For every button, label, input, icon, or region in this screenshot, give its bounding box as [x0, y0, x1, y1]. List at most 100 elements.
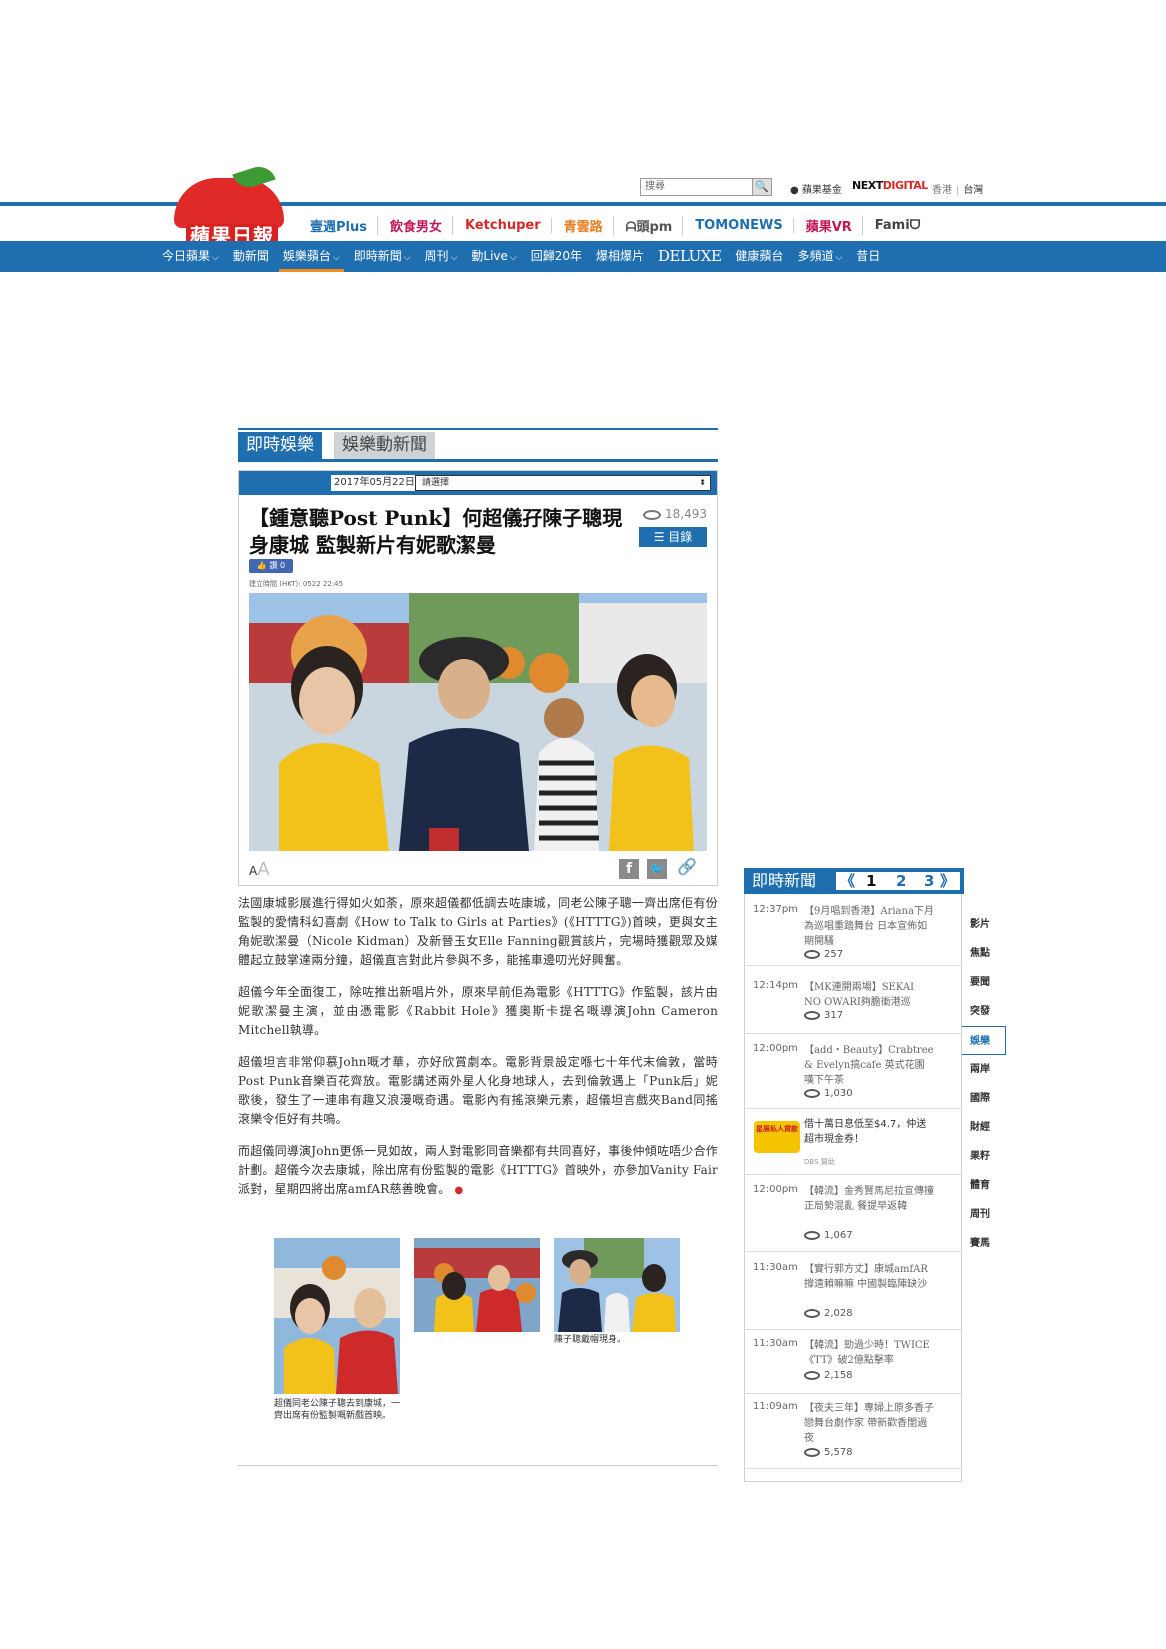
gallery-thumb-3[interactable] [554, 1238, 680, 1332]
main-article-photo[interactable] [249, 593, 707, 851]
article-select-dropdown[interactable]: 請選擇 ⬍ [415, 475, 711, 491]
nav-item-deluxe[interactable]: DELUXE [658, 241, 722, 272]
news-list-item[interactable]: 12:00pm 【韓流】金秀賢馬尼拉宣傳撞正局勢混亂 餐提早返韓 1,067 [744, 1184, 962, 1252]
link-icon[interactable]: 🔗 [677, 857, 697, 876]
category-item-finance[interactable]: 財經 [966, 1113, 1006, 1142]
nav-item-channels[interactable]: 多頻道 ⌵ [797, 241, 842, 272]
pager-page-3[interactable]: 3 [924, 872, 934, 890]
dropdown-arrow-icon: ⬍ [699, 478, 706, 487]
nav-label: 爆相爆片 [596, 249, 645, 263]
partner-link-1[interactable]: 壹週Plus [310, 215, 378, 235]
tab-realtime-entertainment[interactable]: 即時娛樂 [238, 432, 322, 459]
nav-label: 即時新聞 [353, 249, 402, 263]
category-item-weekly[interactable]: 周刊 [966, 1200, 1006, 1229]
gallery-caption-1: 超儀同老公陳子聰去到康城，一齊出席有份監製嘅新戲首映。 [274, 1399, 401, 1421]
partner-link-2[interactable]: 飲食男女 [390, 215, 453, 235]
news-time: 12:14pm [753, 980, 798, 991]
search-icon[interactable]: 🔍 [752, 178, 772, 196]
partner-link-5[interactable]: ᗩ頭pm [626, 215, 684, 235]
facebook-share-icon[interactable]: f [619, 859, 639, 879]
nav-label: 回歸20年 [530, 249, 583, 263]
view-count-value: 18,493 [665, 507, 707, 521]
section-tabs: 即時娛樂 娛樂動新聞 [238, 428, 718, 462]
nav-label: 健康蘋台 [735, 249, 784, 263]
apple-daily-logo[interactable]: 蘋果日報 [174, 162, 284, 248]
font-size-control[interactable]: AA [249, 859, 270, 880]
category-item-sports[interactable]: 體育 [966, 1171, 1006, 1200]
category-item-entertainment[interactable]: 娛樂 [962, 1026, 1006, 1055]
nextdigital-logo[interactable]: NEXTDIGITAL [852, 179, 928, 192]
category-item-horse-racing[interactable]: 賽馬 [966, 1229, 1006, 1258]
gallery-thumb-1[interactable] [274, 1238, 400, 1394]
nav-label: 周刊 [424, 249, 449, 263]
category-item-breaking[interactable]: 突發 [966, 997, 1006, 1026]
nav-item-health[interactable]: 健康蘋台 [735, 241, 783, 272]
news-views: 317 [824, 1010, 844, 1021]
facebook-like-button[interactable]: 👍 讚 0 [249, 559, 293, 573]
nav-item-realtime[interactable]: 即時新聞 ⌵ [354, 241, 411, 272]
news-list-item[interactable]: 11:30am 【實行郭方丈】康城amfAR撐遠賴嘛嘛 中國製臨陣缺沙 2,02… [744, 1262, 962, 1330]
news-view-count: 317 [804, 1010, 843, 1021]
category-item-focus[interactable]: 焦點 [966, 939, 1006, 968]
category-item-international[interactable]: 國際 [966, 1084, 1006, 1113]
nav-item-video-news[interactable]: 動新聞 [233, 241, 269, 272]
category-item-lifestyle[interactable]: 果籽 [966, 1142, 1006, 1171]
nav-item-today[interactable]: 今日蘋果 ⌵ [162, 241, 219, 272]
partner-link-8[interactable]: Famiᗜ [875, 218, 931, 233]
category-item-headlines[interactable]: 要聞 [966, 968, 1006, 997]
news-list-item[interactable]: 12:37pm 【9月唱到香港】Ariana下月為巡唱重踏舞台 日本宣佈如期開騷… [744, 904, 962, 966]
category-sidebar: 影片 焦點 要聞 突發 娛樂 兩岸 國際 財經 果籽 體育 周刊 賽馬 [962, 910, 1006, 1258]
category-item-video[interactable]: 影片 [966, 910, 1006, 939]
news-list-item[interactable]: 11:09am 【夜夫三年】專婦上原多香子戀舞台劇作家 帶新歡香閨過夜 5,57… [744, 1401, 962, 1469]
pager-next-icon[interactable]: 》 [940, 872, 955, 890]
nav-item-hot-photos[interactable]: 爆相爆片 [596, 241, 644, 272]
toc-label: 目錄 [668, 530, 693, 544]
nav-label: 多頻道 [797, 249, 834, 263]
eye-icon [804, 949, 820, 959]
news-time: 12:37pm [753, 904, 798, 915]
news-views: 2,028 [824, 1308, 853, 1319]
article-paragraph: 法國康城影展進行得如火如荼，原來超儀都低調去咗康城，同老公陳子聰一齊出席佢有份監… [238, 896, 718, 967]
partner-sites-bar: 壹週Plus 飲食男女 Ketchuper 青雲路 ᗩ頭pm TOMONEWS … [310, 214, 920, 236]
news-list-item[interactable]: 12:14pm 【MK連開兩場】SEKAI NO OWARI夠膽衝港巡 317 [744, 980, 962, 1034]
gallery-caption-3: 陳子聰戴帽現身。 [554, 1335, 627, 1345]
nav-item-archive[interactable]: 昔日 [856, 241, 880, 272]
partner-link-6[interactable]: TOMONEWS [695, 217, 794, 233]
article-paragraph-last: 而超儀同導演John更係一見如故，兩人對電影同音樂都有共同喜好，事後仲傾咗唔少合… [238, 1142, 718, 1200]
nav-label: DELUXE [658, 247, 722, 265]
region-tw-link[interactable]: 台灣 [963, 185, 983, 196]
apple-foundation-link[interactable]: ● 蘋果基金 [790, 181, 842, 196]
site-header: 蘋果日報 搜尋 🔍 ● 蘋果基金 NEXTDIGITAL 香港 | 台灣 壹週Plu… [0, 160, 1166, 272]
pager-prev-icon[interactable]: 《 [840, 872, 855, 890]
news-headline: 【韓流】勁過少時！TWICE《TT》破2億點擊率 [804, 1340, 930, 1366]
sponsored-item[interactable]: 星展私人貸款 借十萬日息低至$4.7，仲送超市現金券！ DBS 贊助 [744, 1117, 962, 1175]
news-views: 5,578 [824, 1447, 853, 1458]
article-date[interactable]: 2017年05月22日 [331, 475, 418, 491]
gallery-photo [274, 1238, 400, 1394]
partner-link-3[interactable]: Ketchuper [465, 217, 552, 233]
nav-item-entertainment[interactable]: 娛樂蘋台 ⌵ [278, 241, 344, 272]
pager-page-2[interactable]: 2 [896, 872, 906, 890]
partner-link-4[interactable]: 青雲路 [564, 215, 614, 235]
nextdigital-logo-a: NEXT [852, 179, 883, 192]
nav-label: 昔日 [856, 249, 881, 263]
toc-button[interactable]: ☰ 目錄 [639, 527, 707, 547]
tab-entertainment-video[interactable]: 娛樂動新聞 [334, 432, 435, 459]
nav-item-handover-20[interactable]: 回歸20年 [531, 241, 582, 272]
gallery-thumb-2[interactable] [414, 1238, 540, 1332]
nav-item-live[interactable]: 動Live ⌵ [471, 241, 516, 272]
region-hk-link[interactable]: 香港 [932, 185, 952, 196]
pager-page-1[interactable]: 1 [866, 872, 876, 890]
main-photo-image [249, 593, 707, 851]
date-bar: 2017年05月22日 請選擇 ⬍ [239, 471, 717, 495]
partner-link-7[interactable]: 蘋果VR [806, 215, 863, 235]
twitter-share-icon[interactable]: 🐦 [647, 859, 667, 879]
news-headline: 【add・Beauty】Crabtree & Evelyn搞cafe 英式花園嘆… [804, 1045, 934, 1086]
news-view-count: 2,158 [804, 1370, 853, 1381]
nav-item-weekly[interactable]: 周刊 ⌵ [425, 241, 458, 272]
news-list-item[interactable]: 11:30am 【韓流】勁過少時！TWICE《TT》破2億點擊率 2,158 [744, 1338, 962, 1394]
main-nav: 今日蘋果 ⌵ 動新聞 娛樂蘋台 ⌵ 即時新聞 ⌵ 周刊 ⌵ 動Live ⌵ 回歸20年 爆… [0, 241, 1166, 272]
chevron-down-icon: ⌵ [403, 253, 411, 263]
news-list-item[interactable]: 12:00pm 【add・Beauty】Crabtree & Evelyn搞ca… [744, 1043, 962, 1109]
category-item-cross-strait[interactable]: 兩岸 [966, 1055, 1006, 1084]
